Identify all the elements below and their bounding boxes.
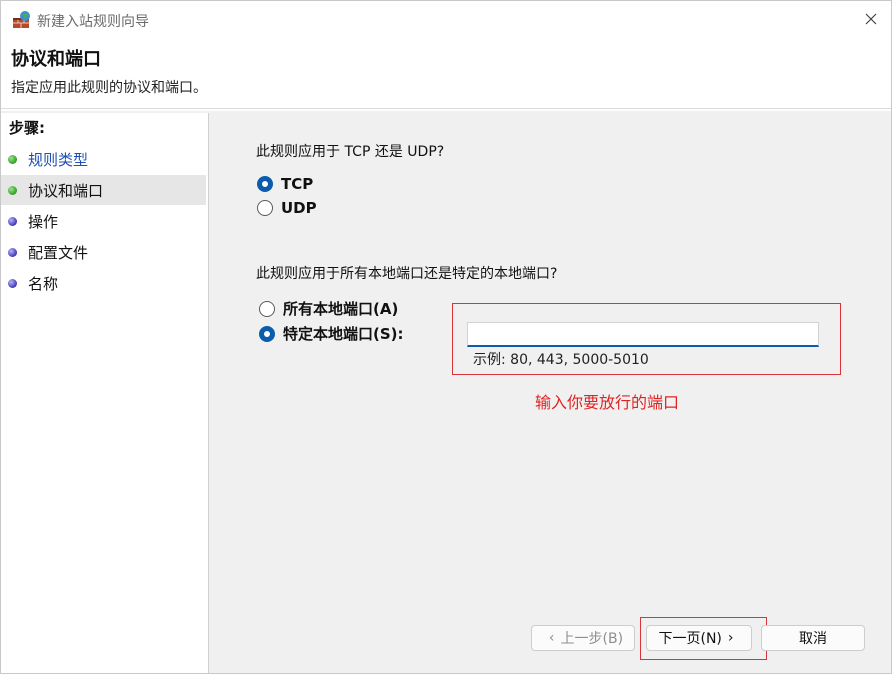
back-button[interactable]: ‹ 上一步(B) xyxy=(531,625,635,651)
chevron-left-icon: ‹ xyxy=(548,630,555,646)
main-panel: 此规则应用于 TCP 还是 UDP? TCP UDP 此规则应用于所有本地端口还… xyxy=(211,113,891,673)
radio-all-ports-label: 所有本地端口(A) xyxy=(283,300,399,318)
radio-udp[interactable]: UDP xyxy=(257,199,317,217)
radio-checked-icon xyxy=(257,176,273,192)
chevron-right-icon: › xyxy=(727,630,734,646)
step-label: 配置文件 xyxy=(28,243,89,262)
step-item-action: 操作 xyxy=(1,206,206,236)
steps-heading: 步骤: xyxy=(9,119,45,137)
next-button[interactable]: 下一页(N) › xyxy=(646,625,752,651)
step-item-rule-type[interactable]: 规则类型 xyxy=(1,144,206,174)
wizard-header: 协议和端口 指定应用此规则的协议和端口。 xyxy=(1,39,891,109)
step-pending-icon xyxy=(8,216,17,226)
next-button-label: 下一页(N) xyxy=(658,631,722,647)
window-title: 新建入站规则向导 xyxy=(37,14,149,30)
radio-tcp-label: TCP xyxy=(281,175,314,193)
radio-unchecked-icon xyxy=(257,200,273,216)
cancel-button-label: 取消 xyxy=(799,631,827,647)
wizard-window: 新建入站规则向导 协议和端口 指定应用此规则的协议和端口。 步骤: 规则类型 协… xyxy=(0,0,892,674)
step-label: 名称 xyxy=(28,274,59,293)
port-annotation: 输入你要放行的端口 xyxy=(535,393,680,412)
step-item-name: 名称 xyxy=(1,268,206,298)
page-title: 协议和端口 xyxy=(11,49,101,70)
radio-specific-ports-label: 特定本地端口(S): xyxy=(283,325,404,343)
radio-udp-label: UDP xyxy=(281,199,317,217)
close-icon xyxy=(865,11,877,29)
step-item-protocol-ports[interactable]: 协议和端口 xyxy=(1,175,206,205)
content-area: 步骤: 规则类型 协议和端口 操作 配置文件 名称 此规则应用于 TCP 还是 … xyxy=(1,111,891,673)
page-subtitle: 指定应用此规则的协议和端口。 xyxy=(11,80,207,96)
radio-specific-ports[interactable]: 特定本地端口(S): xyxy=(259,323,404,344)
radio-all-ports[interactable]: 所有本地端口(A) xyxy=(259,298,398,319)
step-current-icon xyxy=(8,185,17,195)
step-item-profile: 配置文件 xyxy=(1,237,206,267)
step-label: 协议和端口 xyxy=(28,181,104,200)
cancel-button[interactable]: 取消 xyxy=(761,625,865,651)
radio-unchecked-icon xyxy=(259,300,275,317)
close-button[interactable] xyxy=(851,1,891,39)
ports-question: 此规则应用于所有本地端口还是特定的本地端口? xyxy=(256,266,558,282)
step-done-icon xyxy=(8,154,17,164)
title-bar: 新建入站规则向导 xyxy=(1,1,891,39)
step-label: 操作 xyxy=(28,212,59,231)
firewall-app-icon xyxy=(12,10,32,30)
radio-checked-icon xyxy=(259,325,275,342)
port-input[interactable] xyxy=(467,322,819,347)
step-pending-icon xyxy=(8,278,17,288)
back-button-label: 上一步(B) xyxy=(560,631,624,647)
step-label: 规则类型 xyxy=(28,150,89,169)
port-example-text: 示例: 80, 443, 5000-5010 xyxy=(473,352,649,368)
radio-tcp[interactable]: TCP xyxy=(257,175,313,193)
steps-panel: 步骤: 规则类型 协议和端口 操作 配置文件 名称 xyxy=(1,113,209,673)
step-pending-icon xyxy=(8,247,17,257)
protocol-question: 此规则应用于 TCP 还是 UDP? xyxy=(256,144,445,160)
